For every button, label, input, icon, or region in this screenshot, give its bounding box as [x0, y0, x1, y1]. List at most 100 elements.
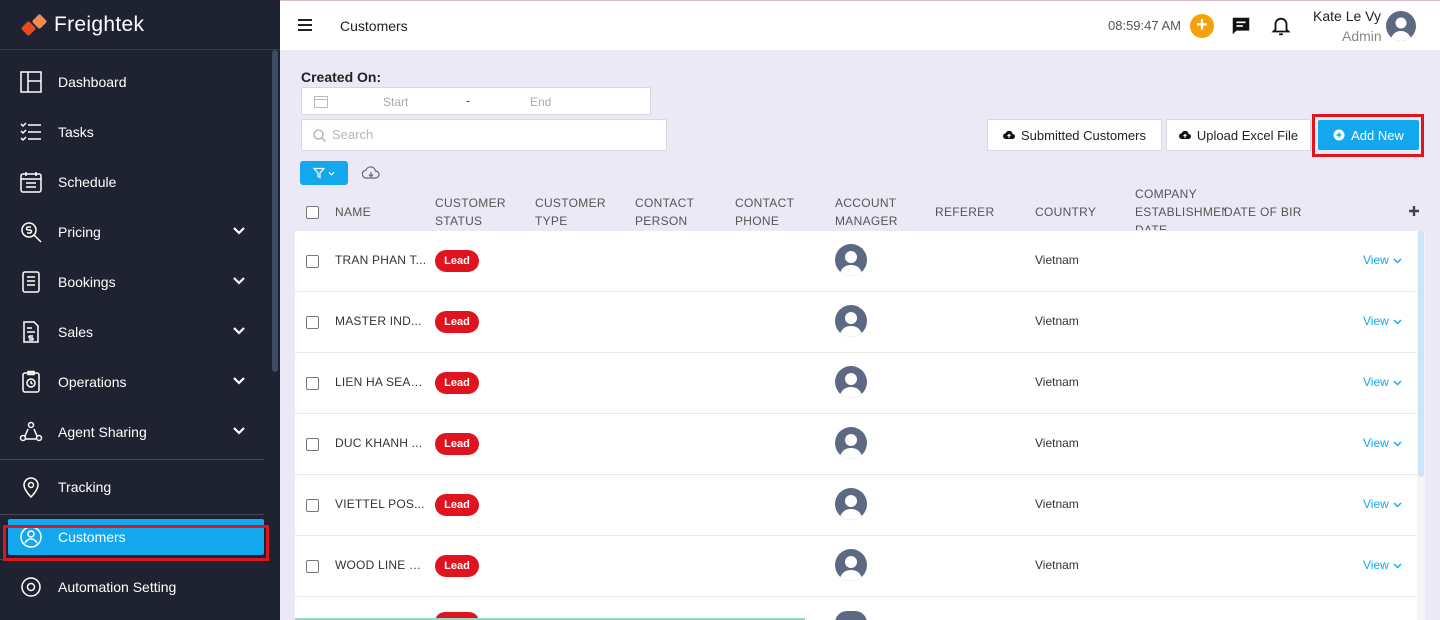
chevron-down-icon[interactable] — [232, 424, 246, 438]
column-header-company-establishment-date[interactable]: COMPANY ESTABLISHMENT DATE — [1135, 185, 1225, 230]
chevron-down-icon — [1393, 319, 1402, 324]
view-label: View — [1363, 375, 1389, 389]
table-row[interactable]: TRAN PHAN T... Lead Vietnam View — [295, 231, 1417, 292]
sidebar-item-label: Pricing — [58, 224, 101, 240]
end-date-input[interactable]: End — [530, 95, 551, 109]
view-action[interactable]: View — [1363, 497, 1402, 511]
row-checkbox[interactable] — [306, 255, 319, 268]
avatar — [835, 305, 867, 337]
chevron-down-icon[interactable] — [232, 324, 246, 338]
sidebar-item-customers[interactable]: Customers — [8, 519, 264, 555]
sidebar-divider — [0, 459, 264, 460]
sidebar-item-operations[interactable]: Operations — [0, 357, 272, 407]
start-date-input[interactable]: Start — [383, 95, 408, 109]
customer-name[interactable]: VIETTEL POS... — [335, 497, 427, 511]
sidebar-scrollbar[interactable] — [272, 50, 278, 372]
bell-icon[interactable] — [1270, 15, 1292, 37]
chevron-down-icon[interactable] — [232, 274, 246, 288]
sidebar-item-pricing[interactable]: Pricing — [0, 207, 272, 257]
customer-name[interactable]: WOOD LINE C... — [335, 558, 427, 572]
location-pin-icon — [18, 474, 44, 500]
hamburger-menu-icon[interactable] — [298, 19, 312, 31]
table-row[interactable]: WOOD LINE C... Lead Vietnam View — [295, 536, 1417, 597]
table-row[interactable]: DUC KHANH ... Lead Vietnam View — [295, 414, 1417, 475]
status-badge: Lead — [435, 555, 479, 577]
row-checkbox[interactable] — [306, 499, 319, 512]
chevron-down-icon[interactable] — [232, 224, 246, 238]
upload-excel-button[interactable]: Upload Excel File — [1166, 119, 1311, 151]
status-badge: Lead — [435, 250, 479, 272]
column-header-country[interactable]: COUNTRY — [1035, 203, 1096, 221]
view-action[interactable]: View — [1363, 253, 1402, 267]
sidebar-item-agent-sharing[interactable]: Agent Sharing — [0, 407, 272, 457]
filter-button[interactable] — [300, 161, 348, 185]
column-header-date-of-birth[interactable]: DATE OF BIR — [1224, 203, 1308, 221]
view-action[interactable]: View — [1363, 314, 1402, 328]
avatar — [835, 427, 867, 459]
customer-name[interactable]: LIEN HA SEAF... — [335, 375, 427, 389]
sidebar-item-dashboard[interactable]: Dashboard — [0, 57, 272, 107]
submitted-customers-button[interactable]: Submitted Customers — [987, 119, 1162, 151]
sidebar-item-tasks[interactable]: Tasks — [0, 107, 272, 157]
chevron-down-icon — [1393, 563, 1402, 568]
brand[interactable]: Freightek — [0, 0, 280, 50]
gear-icon — [18, 574, 44, 600]
table-scrollbar[interactable] — [1417, 231, 1425, 620]
column-header-contact-phone[interactable]: CONTACT PHONE — [735, 194, 815, 230]
calendar-icon — [314, 96, 328, 108]
view-action[interactable]: View — [1363, 375, 1402, 389]
cloud-download-icon[interactable] — [362, 166, 380, 180]
sidebar-item-tracking[interactable]: Tracking — [0, 462, 272, 512]
avatar[interactable] — [1386, 11, 1416, 41]
row-checkbox[interactable] — [306, 560, 319, 573]
cloud-upload-icon — [1003, 130, 1015, 140]
user-name[interactable]: Kate Le Vy — [1313, 8, 1381, 24]
view-label: View — [1363, 558, 1389, 572]
customers-icon — [18, 524, 44, 550]
sidebar-item-schedule[interactable]: Schedule — [0, 157, 272, 207]
country-cell: Vietnam — [1035, 253, 1079, 267]
column-header-customer-type[interactable]: CUSTOMER TYPE — [535, 194, 615, 230]
table-row[interactable]: LIEN HA SEAF... Lead Vietnam View — [295, 353, 1417, 414]
table-row[interactable]: VIETTEL POS... Lead Vietnam View — [295, 475, 1417, 536]
freightek-logo-icon — [20, 13, 48, 36]
sidebar-item-sales[interactable]: Sales — [0, 307, 272, 357]
customer-name[interactable]: MASTER IND... — [335, 314, 427, 328]
range-separator: - — [466, 93, 471, 108]
avatar — [835, 611, 867, 620]
customer-name[interactable]: TRAN PHAN T... — [335, 253, 427, 267]
add-new-label: Add New — [1351, 127, 1404, 143]
sidebar-item-automation-setting[interactable]: Automation Setting — [0, 562, 272, 612]
cloud-upload-icon — [1178, 130, 1191, 140]
sidebar-item-bookings[interactable]: Bookings — [0, 257, 272, 307]
column-header-contact-person[interactable]: CONTACT PERSON — [635, 194, 715, 230]
column-header-customer-status[interactable]: CUSTOMER STATUS — [435, 194, 515, 230]
column-header-account-manager[interactable]: ACCOUNT MANAGER — [835, 194, 915, 230]
customer-name[interactable]: DUC KHANH ... — [335, 436, 427, 450]
sidebar: Freightek Dashboard Tasks Schedule Prici… — [0, 0, 280, 620]
table-row[interactable]: MASTER IND... Lead Vietnam View — [295, 292, 1417, 353]
quick-add-button[interactable]: + — [1190, 14, 1214, 38]
sidebar-item-label: Tracking — [58, 479, 112, 495]
add-new-button[interactable]: Add New — [1318, 120, 1419, 150]
view-action[interactable]: View — [1363, 558, 1402, 572]
agent-sharing-icon — [18, 419, 44, 445]
calendar-icon — [18, 169, 44, 195]
row-checkbox[interactable] — [306, 316, 319, 329]
column-header-name[interactable]: NAME — [335, 203, 371, 221]
row-checkbox[interactable] — [306, 377, 319, 390]
sidebar-item-label: Bookings — [58, 274, 116, 290]
search-input[interactable] — [332, 127, 652, 142]
search-box[interactable] — [301, 119, 667, 151]
user-role: Admin — [1342, 28, 1382, 44]
country-cell: Vietnam — [1035, 497, 1079, 511]
chat-icon[interactable] — [1230, 15, 1252, 37]
select-all-checkbox[interactable] — [306, 206, 319, 219]
add-column-icon[interactable] — [1409, 206, 1419, 216]
chevron-down-icon[interactable] — [232, 374, 246, 388]
date-range-picker[interactable]: Start - End — [301, 87, 651, 115]
sidebar-divider — [0, 559, 264, 560]
view-action[interactable]: View — [1363, 436, 1402, 450]
column-header-referer[interactable]: REFERER — [935, 203, 994, 221]
row-checkbox[interactable] — [306, 438, 319, 451]
